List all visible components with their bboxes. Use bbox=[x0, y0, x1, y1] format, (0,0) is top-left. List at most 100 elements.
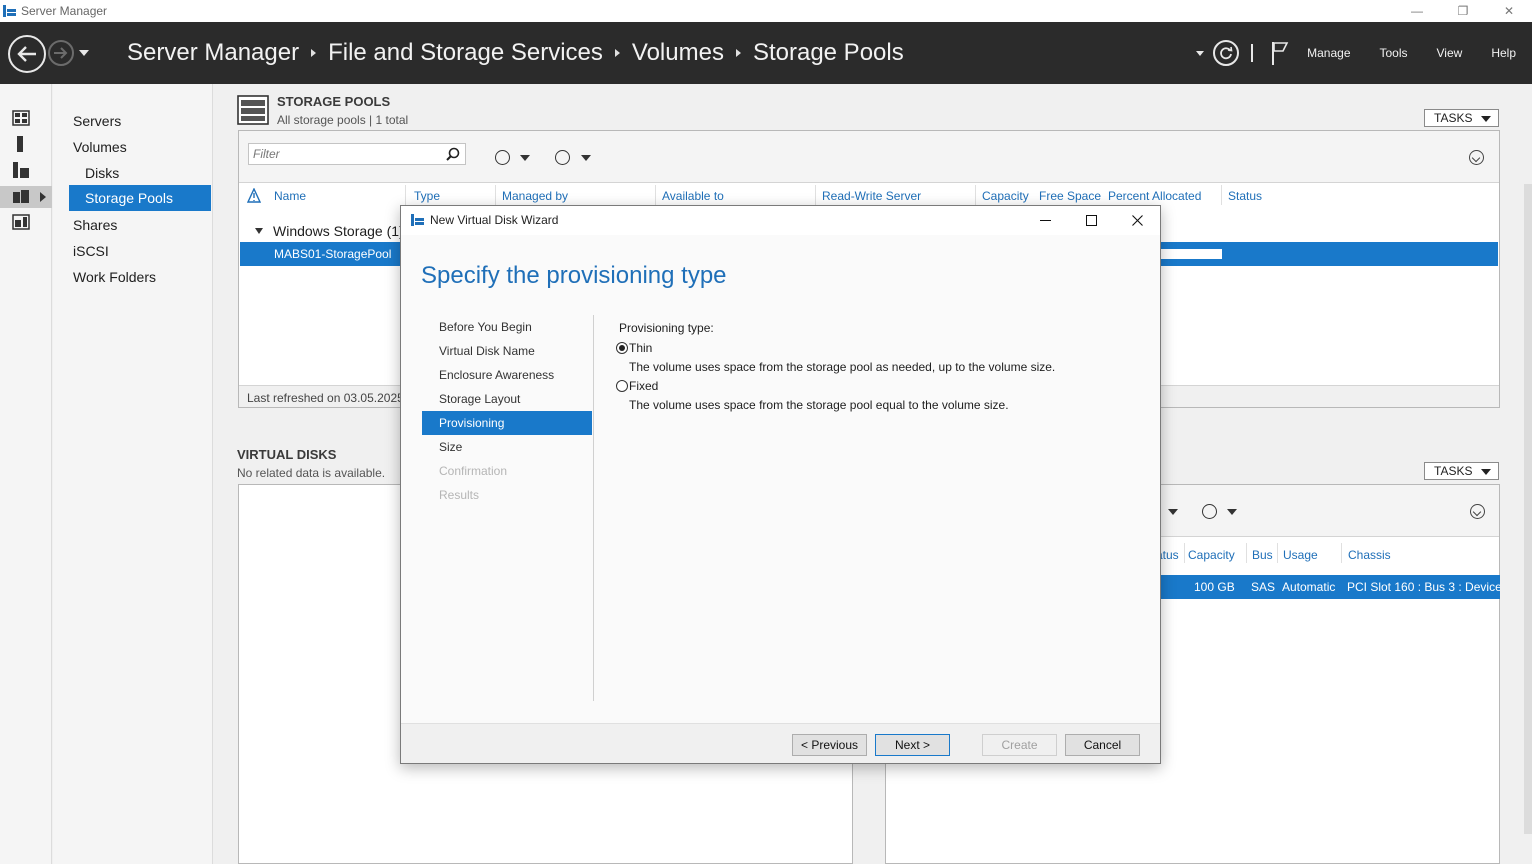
save-query-dropdown-icon[interactable] bbox=[1227, 509, 1237, 515]
cancel-button[interactable]: Cancel bbox=[1065, 734, 1140, 756]
step-size[interactable]: Size bbox=[422, 435, 592, 459]
column-status[interactable]: Status bbox=[1228, 189, 1262, 203]
menu-tools[interactable]: Tools bbox=[1380, 46, 1408, 60]
storage-pools-toolbar: Filter bbox=[239, 131, 1499, 183]
list-options-icon[interactable] bbox=[495, 150, 510, 165]
window-title-bar: Server Manager — ❐ ✕ bbox=[0, 0, 1532, 22]
step-provisioning[interactable]: Provisioning bbox=[422, 411, 592, 435]
list-options-dropdown-icon[interactable] bbox=[520, 155, 530, 161]
forward-button[interactable] bbox=[48, 40, 74, 66]
notifications-flag-icon[interactable] bbox=[1271, 40, 1289, 66]
nav-storage-pools[interactable]: Storage Pools bbox=[69, 185, 211, 211]
save-query-dropdown-icon[interactable] bbox=[581, 155, 591, 161]
all-servers-icon[interactable] bbox=[12, 162, 30, 178]
expand-collapse-icon[interactable] bbox=[1469, 150, 1484, 165]
save-query-icon[interactable] bbox=[555, 150, 570, 165]
column-capacity[interactable]: Capacity bbox=[982, 189, 1029, 203]
step-virtual-disk-name[interactable]: Virtual Disk Name bbox=[422, 339, 592, 363]
physical-disks-tasks-button[interactable]: TASKS bbox=[1424, 462, 1499, 480]
column-name[interactable]: Name bbox=[274, 189, 306, 203]
dashboard-icon[interactable] bbox=[12, 110, 30, 126]
back-arrow-icon bbox=[17, 46, 36, 62]
close-window-button[interactable]: ✕ bbox=[1486, 0, 1532, 22]
file-storage-icon[interactable] bbox=[12, 188, 30, 204]
column-capacity[interactable]: Capacity bbox=[1188, 548, 1235, 562]
breadcrumb-separator-icon bbox=[735, 49, 741, 57]
fixed-label[interactable]: Fixed bbox=[629, 379, 658, 393]
thin-label[interactable]: Thin bbox=[629, 341, 652, 355]
wizard-minimize-button[interactable] bbox=[1022, 206, 1068, 235]
forward-arrow-icon bbox=[54, 47, 68, 59]
wizard-footer: < Previous Next > Create Cancel bbox=[401, 723, 1160, 763]
storage-pool-name: MABS01-StoragePool bbox=[274, 247, 392, 261]
disk-usage: Automatic bbox=[1282, 580, 1336, 594]
content-scrollbar[interactable] bbox=[1524, 184, 1532, 834]
expand-collapse-icon[interactable] bbox=[1470, 504, 1485, 519]
virtual-disks-title: VIRTUAL DISKS bbox=[237, 447, 337, 462]
step-confirmation: Confirmation bbox=[439, 464, 508, 478]
thin-radio[interactable] bbox=[616, 342, 628, 354]
breadcrumb-storage-pools[interactable]: Storage Pools bbox=[753, 39, 904, 67]
local-server-icon[interactable] bbox=[12, 136, 30, 152]
nav-volumes[interactable]: Volumes bbox=[69, 134, 211, 160]
refresh-icon bbox=[1220, 46, 1233, 60]
save-query-icon[interactable] bbox=[1202, 504, 1217, 519]
next-button[interactable]: Next > bbox=[875, 734, 950, 756]
nav-servers[interactable]: Servers bbox=[69, 108, 211, 134]
back-button[interactable] bbox=[8, 35, 46, 73]
column-free-space[interactable]: Free Space bbox=[1039, 189, 1101, 203]
step-before-you-begin[interactable]: Before You Begin bbox=[422, 315, 592, 339]
column-chassis[interactable]: Chassis bbox=[1348, 548, 1391, 562]
restore-button[interactable]: ❐ bbox=[1440, 0, 1486, 22]
filter-placeholder: Filter bbox=[253, 147, 280, 161]
app-header: Server Manager File and Storage Services… bbox=[0, 22, 1532, 84]
fixed-radio[interactable] bbox=[616, 380, 628, 392]
menu-help[interactable]: Help bbox=[1491, 46, 1516, 60]
column-read-write-server[interactable]: Read-Write Server bbox=[822, 189, 921, 203]
breadcrumb-volumes[interactable]: Volumes bbox=[632, 39, 724, 67]
breadcrumb-separator-icon bbox=[614, 49, 620, 57]
column-percent-allocated[interactable]: Percent Allocated bbox=[1108, 189, 1201, 203]
header-divider bbox=[1251, 44, 1254, 62]
disk-capacity: 100 GB bbox=[1194, 580, 1235, 594]
group-collapse-icon[interactable] bbox=[255, 228, 263, 234]
nav-shares[interactable]: Shares bbox=[69, 212, 211, 238]
minimize-button[interactable]: — bbox=[1394, 0, 1440, 22]
warning-column-icon bbox=[247, 188, 261, 203]
disk-chassis: PCI Slot 160 : Bus 3 : Device 0 bbox=[1347, 580, 1500, 594]
steps-divider bbox=[593, 315, 594, 701]
search-icon[interactable] bbox=[446, 147, 460, 161]
new-virtual-disk-wizard: New Virtual Disk Wizard Specify the prov… bbox=[400, 205, 1161, 764]
storage-pools-subtitle: All storage pools | 1 total bbox=[277, 113, 409, 127]
menu-manage[interactable]: Manage bbox=[1307, 46, 1350, 60]
group-windows-storage[interactable]: Windows Storage (1) bbox=[273, 223, 404, 239]
nav-work-folders[interactable]: Work Folders bbox=[69, 264, 211, 290]
wizard-close-button[interactable] bbox=[1114, 206, 1160, 235]
list-options-dropdown-icon[interactable] bbox=[1168, 509, 1178, 515]
menu-view[interactable]: View bbox=[1437, 46, 1463, 60]
refresh-button[interactable] bbox=[1213, 40, 1240, 66]
iis-icon[interactable] bbox=[12, 214, 30, 230]
breadcrumb-server-manager[interactable]: Server Manager bbox=[127, 39, 299, 67]
storage-pools-filter-input[interactable]: Filter bbox=[248, 143, 466, 165]
nav-disks[interactable]: Disks bbox=[69, 160, 211, 186]
table-row-physical-disk[interactable]: 100 GB SAS Automatic PCI Slot 160 : Bus … bbox=[1156, 575, 1500, 599]
column-usage[interactable]: Usage bbox=[1283, 548, 1318, 562]
create-button: Create bbox=[982, 734, 1057, 756]
column-managed-by[interactable]: Managed by bbox=[502, 189, 568, 203]
wizard-maximize-button[interactable] bbox=[1068, 206, 1114, 235]
nav-iscsi[interactable]: iSCSI bbox=[69, 238, 211, 264]
wizard-body: Specify the provisioning type Before You… bbox=[401, 235, 1160, 723]
history-dropdown-icon[interactable] bbox=[79, 50, 89, 56]
step-storage-layout[interactable]: Storage Layout bbox=[422, 387, 592, 411]
step-enclosure-awareness[interactable]: Enclosure Awareness bbox=[422, 363, 592, 387]
storage-pools-tasks-button[interactable]: TASKS bbox=[1424, 109, 1499, 127]
previous-button[interactable]: < Previous bbox=[792, 734, 867, 756]
breadcrumb-file-storage[interactable]: File and Storage Services bbox=[328, 39, 603, 67]
header-dropdown-icon[interactable] bbox=[1196, 50, 1205, 56]
column-available-to[interactable]: Available to bbox=[662, 189, 724, 203]
column-bus[interactable]: Bus bbox=[1252, 548, 1273, 562]
column-type[interactable]: Type bbox=[414, 189, 440, 203]
wizard-heading: Specify the provisioning type bbox=[421, 262, 727, 289]
rail-expand-chevron-icon[interactable] bbox=[40, 192, 46, 202]
